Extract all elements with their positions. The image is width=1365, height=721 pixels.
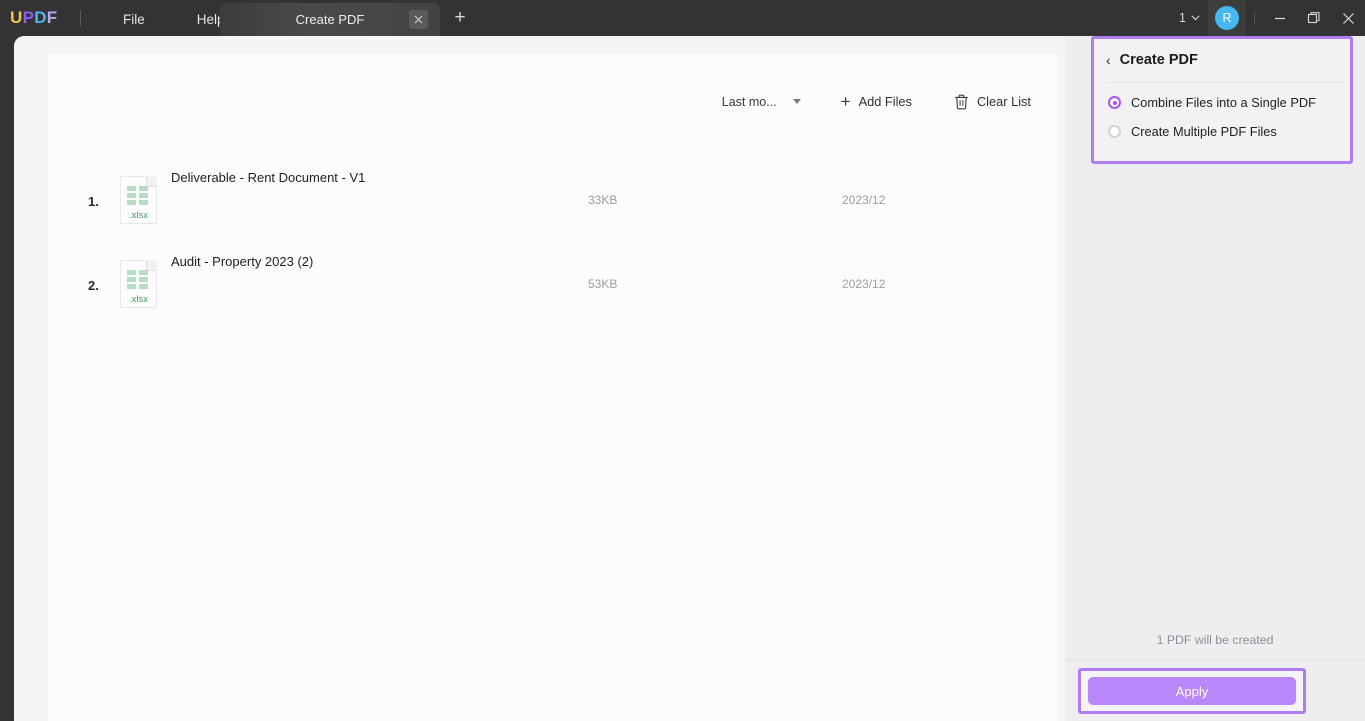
file-extension-label: .xlsx: [120, 210, 157, 221]
file-extension-label: .xlsx: [120, 294, 157, 305]
logo-letter-u: U: [10, 8, 23, 28]
list-toolbar: Last mo... + Add Files Clear List: [716, 88, 1039, 115]
create-pdf-panel: ‹ Create PDF Combine Files into a Single…: [1065, 36, 1365, 721]
file-list-card: Last mo... + Add Files Clear List: [48, 54, 1057, 721]
apply-button[interactable]: Apply: [1088, 677, 1296, 705]
row-index: 2.: [88, 276, 118, 293]
clear-list-label: Clear List: [977, 94, 1031, 109]
menu-file[interactable]: File: [117, 12, 151, 27]
avatar: R: [1215, 6, 1239, 30]
file-date: 2023/12: [842, 277, 885, 291]
add-files-button[interactable]: + Add Files: [833, 88, 920, 115]
app-window: U P D F File Help Create PDF + 1: [0, 0, 1365, 721]
spreadsheet-grid-icon: [127, 186, 148, 205]
logo-letter-p: P: [23, 8, 35, 28]
xlsx-file-icon: .xlsx: [120, 260, 157, 308]
new-tab-plus-icon[interactable]: +: [450, 8, 470, 28]
chevron-left-icon[interactable]: ‹: [1106, 53, 1111, 67]
logo-divider: [80, 10, 81, 26]
spreadsheet-grid-icon: [127, 270, 148, 289]
maximize-icon: [1307, 11, 1321, 25]
minimize-icon: [1274, 12, 1286, 24]
file-size: 33KB: [588, 193, 617, 207]
radio-unselected-icon[interactable]: [1108, 125, 1121, 138]
tab-label: Create PDF: [296, 12, 365, 27]
file-name: Audit - Property 2023 (2): [171, 254, 313, 269]
sort-dropdown-label: Last mo...: [722, 95, 777, 109]
updf-logo: U P D F: [10, 8, 76, 28]
table-row[interactable]: 2. .xlsx Audit - Property 2023 (2) 53KB …: [48, 242, 1057, 326]
file-name: Deliverable - Rent Document - V1: [171, 170, 365, 185]
minimize-button[interactable]: [1263, 0, 1297, 36]
row-index: 1.: [88, 192, 118, 209]
title-bar: U P D F File Help Create PDF + 1: [0, 0, 1365, 36]
tab-create-pdf[interactable]: Create PDF: [220, 3, 440, 36]
plus-icon: +: [841, 93, 851, 110]
add-files-label: Add Files: [859, 94, 912, 109]
page-count-selector[interactable]: 1: [1171, 7, 1208, 29]
panel-options-highlight: ‹ Create PDF Combine Files into a Single…: [1091, 36, 1353, 164]
result-count-note: 1 PDF will be created: [1065, 633, 1365, 647]
panel-footer-divider: [1065, 660, 1365, 661]
logo-letter-f: F: [47, 8, 58, 28]
file-date: 2023/12: [842, 193, 885, 207]
option-create-multiple-pdfs[interactable]: Create Multiple PDF Files: [1108, 124, 1277, 139]
option-combine-label: Combine Files into a Single PDF: [1131, 95, 1316, 110]
avatar-initial: R: [1222, 11, 1231, 25]
apply-button-highlight: Apply: [1078, 668, 1306, 714]
apply-button-label: Apply: [1176, 684, 1209, 699]
radio-selected-icon[interactable]: [1108, 96, 1121, 109]
xlsx-file-icon: .xlsx: [120, 176, 157, 224]
window-controls-divider: [1254, 11, 1255, 25]
option-combine-single-pdf[interactable]: Combine Files into a Single PDF: [1108, 95, 1316, 110]
main-content-area: Last mo... + Add Files Clear List: [14, 36, 1065, 721]
file-list: 1. .xlsx Deliverable - Rent Document - V…: [48, 158, 1057, 326]
chevron-down-icon: [1191, 15, 1200, 21]
table-row[interactable]: 1. .xlsx Deliverable - Rent Document - V…: [48, 158, 1057, 242]
clear-list-button[interactable]: Clear List: [946, 89, 1039, 115]
panel-divider: [1107, 82, 1343, 83]
titlebar-right-group: 1 R: [1171, 0, 1365, 36]
tab-close-icon[interactable]: [409, 10, 428, 29]
trash-icon: [954, 94, 969, 110]
maximize-button[interactable]: [1297, 0, 1331, 36]
file-size: 53KB: [588, 277, 617, 291]
panel-header: ‹ Create PDF: [1106, 52, 1198, 68]
logo-letter-d: D: [34, 8, 47, 28]
caret-down-icon: [793, 99, 801, 104]
page-title: Create PDF: [1120, 52, 1198, 68]
option-multiple-label: Create Multiple PDF Files: [1131, 124, 1277, 139]
menu-file-label: File: [123, 12, 145, 27]
page-count-value: 1: [1179, 11, 1186, 25]
avatar-button[interactable]: R: [1208, 0, 1246, 36]
sort-dropdown[interactable]: Last mo...: [716, 91, 807, 113]
close-button[interactable]: [1331, 0, 1365, 36]
close-icon: [1342, 12, 1355, 25]
